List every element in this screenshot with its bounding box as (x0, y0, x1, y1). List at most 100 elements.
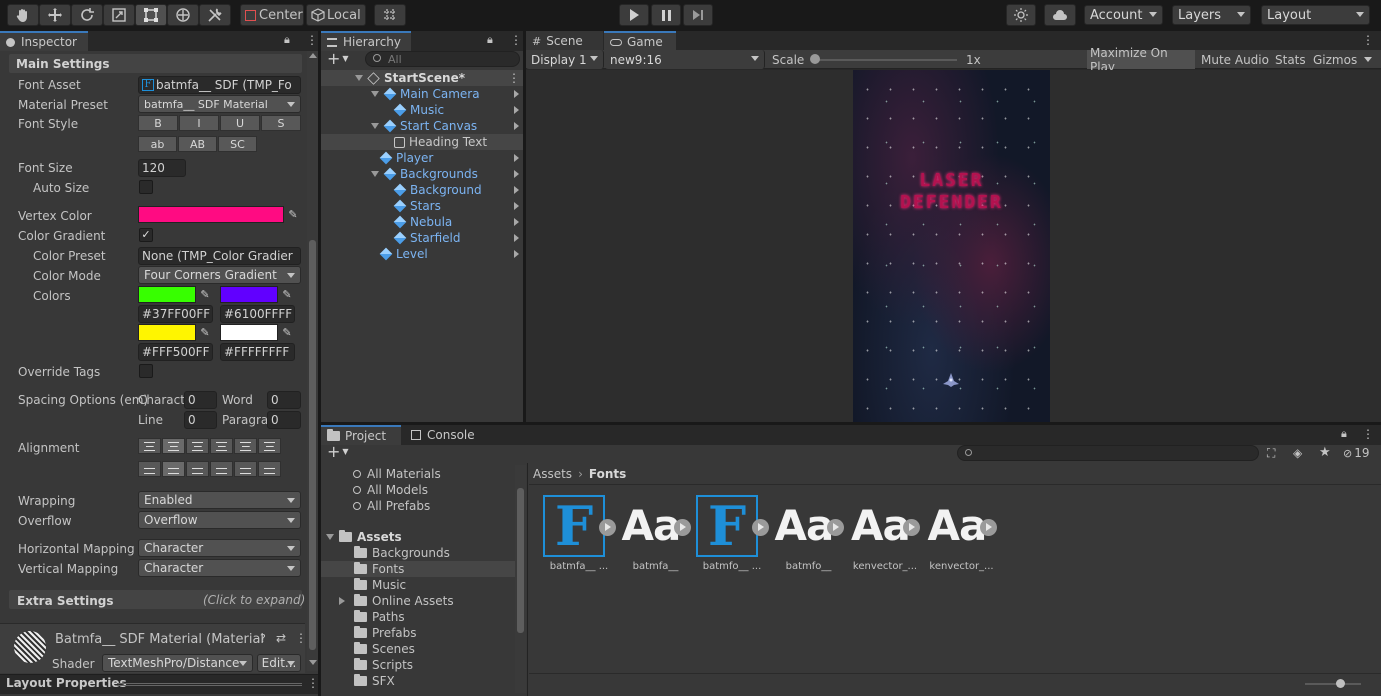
aspect-dropdown[interactable]: new9:16 (605, 50, 765, 69)
scroll-down-arrow-icon[interactable] (309, 660, 317, 665)
tab-inspector[interactable]: Inspector (0, 31, 88, 51)
folder-item[interactable]: Online Assets (339, 593, 454, 609)
color-top-left-swatch[interactable] (138, 286, 196, 303)
expand-subassets-icon[interactable] (752, 519, 769, 536)
color-top-right-swatch[interactable] (220, 286, 278, 303)
favorite-item[interactable]: All Models (353, 482, 428, 498)
align-middle-button[interactable] (162, 461, 185, 477)
font-style-button[interactable]: SC (218, 136, 257, 152)
play-button[interactable] (619, 4, 649, 26)
eyedropper-icon[interactable]: ✎ (279, 287, 295, 303)
hierarchy-item[interactable]: Nebula (385, 214, 523, 230)
cloud-button[interactable] (1044, 4, 1076, 26)
color-gradient-checkbox[interactable]: ✓ (139, 228, 153, 242)
mute-audio-toggle[interactable]: Mute Audio (1197, 50, 1270, 69)
folder-item[interactable]: Backgrounds (339, 545, 450, 561)
tab-game[interactable]: Game (604, 31, 676, 51)
align-left-button[interactable] (138, 438, 161, 454)
align-right-button[interactable] (186, 438, 209, 454)
tab-scene[interactable]: # Scene (526, 31, 603, 51)
color-top-left-hex[interactable]: #37FF00FF (138, 305, 213, 323)
assets-root-item[interactable]: Assets (326, 529, 402, 545)
eyedropper-icon[interactable]: ✎ (197, 287, 213, 303)
hierarchy-item[interactable]: Level (371, 246, 523, 262)
rotate-tool-button[interactable] (71, 4, 103, 26)
folder-item[interactable]: Fonts (339, 561, 404, 577)
grid-snap-button[interactable] (374, 4, 406, 26)
project-search-input[interactable] (957, 445, 1259, 461)
kebab-menu-icon[interactable]: ⋮ (295, 631, 307, 645)
paragraph-spacing-input[interactable]: 0 (267, 411, 301, 429)
color-bottom-left-hex[interactable]: #FFF500FF (138, 343, 213, 361)
transform-tool-button[interactable] (167, 4, 199, 26)
folder-item[interactable]: Paths (339, 609, 405, 625)
folder-tree-scroll-thumb[interactable] (517, 488, 524, 633)
inspector-scroll-thumb[interactable] (309, 240, 316, 650)
kebab-menu-icon[interactable]: ⋮ (510, 33, 522, 47)
eyedropper-icon[interactable]: ✎ (197, 325, 213, 341)
scale-slider-track[interactable] (813, 59, 957, 61)
icon-size-slider-thumb[interactable] (1336, 679, 1345, 688)
expand-subassets-icon[interactable] (826, 519, 844, 536)
folder-item[interactable]: Prefabs (339, 625, 417, 641)
scroll-up-arrow-icon[interactable] (309, 53, 317, 58)
align-midline-button[interactable] (234, 461, 257, 477)
align-geometry-button[interactable] (258, 438, 281, 454)
vertex-color-swatch[interactable] (138, 206, 284, 223)
font-style-button[interactable]: I (179, 115, 219, 131)
hierarchy-item[interactable]: Starfield (385, 230, 523, 246)
rect-tool-button[interactable] (135, 4, 167, 26)
space-local-button[interactable]: Local (306, 4, 366, 26)
align-top-button[interactable] (138, 461, 161, 477)
align-capline-button[interactable] (258, 461, 281, 477)
color-preset-field[interactable]: None (TMP_Color Gradier (138, 247, 301, 265)
hierarchy-item[interactable]: Heading Text (385, 134, 523, 150)
expand-subassets-icon[interactable] (599, 519, 616, 536)
scale-tool-button[interactable] (103, 4, 135, 26)
eyedropper-icon[interactable]: ✎ (285, 207, 301, 223)
align-baseline-button[interactable] (210, 461, 233, 477)
folder-item[interactable]: Scenes (339, 641, 415, 657)
hierarchy-item[interactable]: Backgrounds (371, 166, 523, 182)
color-top-right-hex[interactable]: #6100FFFF (220, 305, 295, 323)
hierarchy-item[interactable]: Music (385, 102, 523, 118)
font-style-button[interactable]: U (220, 115, 260, 131)
font-style-button[interactable]: AB (178, 136, 217, 152)
lock-icon[interactable]: 🔒︎ (487, 33, 493, 47)
stats-toggle[interactable]: Stats (1271, 50, 1308, 69)
tab-console[interactable]: Console (405, 425, 485, 445)
help-icon[interactable]: ? (260, 632, 266, 645)
expand-subassets-icon[interactable] (979, 519, 997, 536)
account-dropdown[interactable]: Account (1084, 5, 1163, 25)
pause-button[interactable] (651, 4, 681, 26)
material-preset-dropdown[interactable]: batmfa__ SDF Material (138, 95, 301, 113)
color-mode-dropdown[interactable]: Four Corners Gradient (138, 266, 301, 284)
align-flush-button[interactable] (234, 438, 257, 454)
kebab-menu-icon[interactable]: ⋮ (306, 33, 318, 47)
word-spacing-input[interactable]: 0 (267, 391, 301, 409)
wrapping-dropdown[interactable]: Enabled (138, 491, 301, 509)
edit-shader-button[interactable]: Edit... (257, 654, 301, 672)
hierarchy-item[interactable]: Start Canvas (371, 118, 523, 134)
gizmos-dropdown[interactable]: Gizmos (1309, 50, 1379, 69)
move-tool-button[interactable] (39, 4, 71, 26)
hierarchy-item[interactable]: Background (385, 182, 523, 198)
favorite-item[interactable]: All Prefabs (353, 498, 430, 514)
folder-item[interactable]: Music (339, 577, 406, 593)
hierarchy-item[interactable]: Stars (385, 198, 523, 214)
align-bottom-button[interactable] (186, 461, 209, 477)
overflow-dropdown[interactable]: Overflow (138, 511, 301, 529)
lock-icon[interactable]: 🔒︎ (1341, 427, 1347, 441)
tab-hierarchy[interactable]: Hierarchy (321, 31, 411, 51)
label-tag-icon[interactable]: ◈ (1293, 446, 1302, 460)
auto-size-checkbox[interactable] (139, 180, 153, 194)
layout-dropdown[interactable]: Layout (1261, 5, 1370, 25)
override-tags-checkbox[interactable] (139, 364, 153, 378)
custom-tool-button[interactable] (199, 4, 231, 26)
pivot-center-button[interactable]: Center (240, 4, 304, 26)
scale-slider-thumb[interactable] (810, 54, 820, 64)
folder-item[interactable]: Scripts (339, 657, 413, 673)
search-by-type-icon[interactable]: ⛶ (1267, 446, 1275, 461)
shader-dropdown[interactable]: TextMeshPro/Distance (102, 654, 253, 672)
font-style-button[interactable]: S (261, 115, 301, 131)
